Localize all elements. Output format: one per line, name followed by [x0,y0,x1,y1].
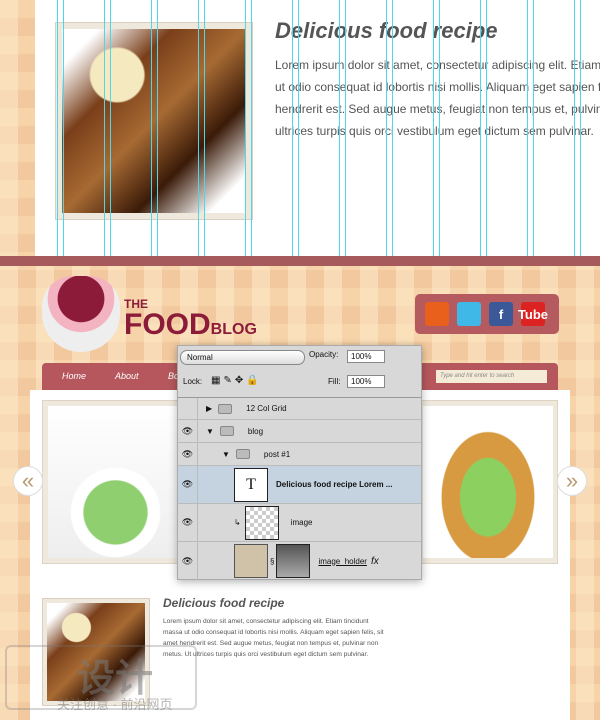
guide-line [298,0,299,258]
rss-icon[interactable] [425,302,449,326]
guide-line [198,0,199,258]
guide-line [574,0,575,258]
logo-blog: BLOG [210,321,257,338]
eye-icon[interactable]: 👁 [178,504,198,541]
lock-label: Lock: [183,377,203,386]
folder-icon [218,403,233,414]
guide-line [57,0,58,258]
lock-icons[interactable]: ▦✎✥🔒 [211,375,262,386]
layer-name: Delicious food recipe Lorem ... [276,480,393,489]
fx-icon[interactable]: fx [371,556,379,567]
layer-12-col-grid[interactable]: ▶ 12 Col Grid [178,397,421,420]
eye-icon[interactable]: 👁 [178,542,198,580]
guide-line [433,0,434,258]
post-text-content: Lorem ipsum dolor sit amet, consectetur … [275,58,600,138]
guide-line [386,0,387,258]
post-image-frame [55,22,253,220]
search-input[interactable]: Type and hit enter to search [436,370,547,383]
logo[interactable]: THE FOODBLOG [124,298,257,340]
text-layer-icon: T [234,467,268,502]
guide-line [245,0,246,258]
guide-line [63,0,64,258]
layer-blog[interactable]: 👁 ▼ blog [178,420,421,443]
visibility-off[interactable] [178,398,198,419]
tostada-slide [423,406,553,558]
layer-name: 12 Col Grid [246,404,287,413]
salad-slide [48,406,183,558]
slider-next-button[interactable]: » [557,466,587,496]
layer-name: blog [247,426,264,436]
guide-line [110,0,111,258]
layer-text[interactable]: 👁 T Delicious food recipe Lorem ... [178,466,421,504]
header-bar [0,256,600,266]
guide-line [533,0,534,258]
guide-line [439,0,440,258]
guide-line [527,0,528,258]
eye-icon[interactable]: 👁 [178,443,198,465]
twitter-icon[interactable] [457,302,481,326]
layers-panel: Normal Opacity: 100% Lock: ▦✎✥🔒 Fill: 10… [177,345,422,580]
layer-name: image_holder [318,556,367,566]
social-links: f Tube [415,294,559,334]
guide-line [486,0,487,258]
nav-about[interactable]: About [115,371,139,381]
opacity-input[interactable]: 100% [347,350,385,363]
guide-line [480,0,481,258]
guide-line [580,0,581,258]
fill-input[interactable]: 100% [347,375,385,388]
youtube-icon[interactable]: Tube [518,302,548,326]
guide-line [292,0,293,258]
mask-thumbnail [276,544,311,578]
eye-icon[interactable]: 👁 [178,420,198,442]
guide-line [345,0,346,258]
folder-icon [235,449,250,459]
layer-post-1[interactable]: 👁 ▼ post #1 [178,443,421,466]
eye-icon[interactable]: 👁 [178,466,198,503]
logo-food: FOOD [124,308,211,341]
layer-image[interactable]: 👁 ↳ image [178,504,421,542]
opacity-label: Opacity: [309,350,339,359]
guide-line [251,0,252,258]
layer-thumbnail [234,544,268,578]
layer-name: image [290,518,313,527]
watermark-small: 关注创意 · 前沿网页 [57,697,173,712]
post-title[interactable]: Delicious food recipe [163,596,284,610]
post-text: Lorem ipsum dolor sit amet, consectetur … [275,54,600,154]
design-preview-top: Delicious food recipe Lorem ipsum dolor … [35,0,600,256]
image-thumbnail [244,505,279,540]
guide-line [151,0,152,258]
nav-home[interactable]: Home [62,371,86,381]
ice-cream-logo-icon [42,276,120,352]
guide-line [339,0,340,258]
layer-name: post #1 [263,449,291,459]
slider-prev-button[interactable]: « [13,466,43,496]
blend-mode-select[interactable]: Normal [180,350,305,365]
folder-icon [219,426,234,436]
dessert-image [62,29,246,213]
watermark: 设计 关注创意 · 前沿网页 [5,645,197,712]
guide-line [104,0,105,258]
guide-line [157,0,158,258]
fill-label: Fill: [328,377,341,386]
guide-line [392,0,393,258]
facebook-icon[interactable]: f [489,302,513,326]
guide-line [204,0,205,258]
layer-image-holder[interactable]: 👁 § image_holder fx [178,542,421,580]
